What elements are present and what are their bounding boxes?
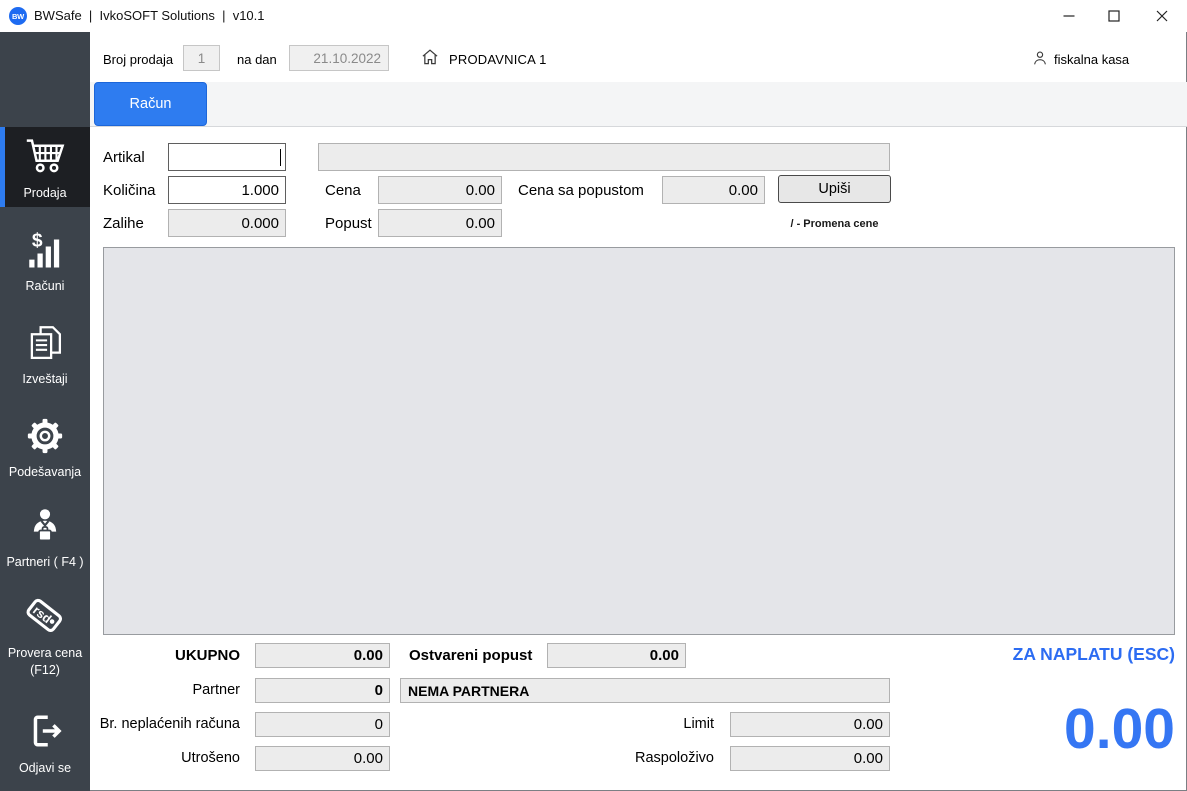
cena-sa-popustom-label: Cena sa popustom: [518, 182, 644, 199]
user-icon: [1031, 49, 1049, 67]
sidebar-item-label: Podešavanja: [9, 464, 81, 480]
sidebar-item-provera-cena[interactable]: rsd Provera cena (F12): [0, 588, 90, 684]
reports-icon: [24, 322, 66, 364]
cena-label: Cena: [325, 182, 361, 199]
close-icon: [1156, 10, 1168, 22]
sidebar-item-label: Računi: [26, 278, 65, 294]
popust-display: 0.00: [378, 209, 502, 237]
artikal-name-display: [318, 143, 890, 171]
partner-display: 0: [255, 678, 390, 703]
window-title: BWSafe | IvkoSOFT Solutions | v10.1: [34, 8, 265, 23]
cart-icon: [22, 132, 68, 178]
maximize-icon: [1108, 10, 1120, 22]
cena-display: 0.00: [378, 176, 502, 204]
utroseno-label: Utrošeno: [20, 746, 240, 771]
kolicina-label: Količina: [103, 182, 156, 199]
maximize-button[interactable]: [1091, 0, 1136, 32]
app-window: BW BWSafe | IvkoSOFT Solutions | v10.1 P…: [0, 0, 1187, 791]
raspolozivo-label: Raspoloživo: [594, 746, 714, 771]
broj-prodaja-label: Broj prodaja: [103, 52, 173, 67]
sidebar-item-izvestaji[interactable]: Izveštaji: [0, 315, 90, 395]
ukupno-label: UKUPNO: [20, 643, 240, 668]
ostvareni-popust-label: Ostvareni popust: [409, 643, 549, 668]
kolicina-input[interactable]: 1.000: [168, 176, 286, 204]
svg-text:$: $: [32, 231, 43, 252]
promena-cene-hint: / - Promena cene: [770, 218, 899, 230]
sidebar-item-prodaja[interactable]: Prodaja: [0, 127, 90, 207]
za-naplatu-label[interactable]: ZA NAPLATU (ESC): [900, 644, 1175, 665]
sidebar-item-label: Partneri ( F4 ): [6, 554, 83, 570]
app-logo-icon: BW: [9, 7, 27, 25]
store-name: PRODAVNICA 1: [449, 52, 547, 67]
price-tag-icon: rsd: [23, 594, 67, 638]
sidebar-item-label: Prodaja: [23, 185, 66, 201]
tab-racun[interactable]: Račun: [94, 82, 207, 126]
zalihe-display: 0.000: [168, 209, 286, 237]
tab-bar: Račun: [90, 82, 1187, 127]
limit-label: Limit: [594, 712, 714, 737]
popust-label: Popust: [325, 215, 372, 232]
na-dan-label: na dan: [237, 52, 277, 67]
sales-items-grid[interactable]: [103, 247, 1175, 635]
partner-status-display: NEMA PARTNERA: [400, 678, 890, 703]
close-button[interactable]: [1136, 0, 1187, 32]
zalihe-label: Zalihe: [103, 215, 144, 232]
home-icon: [420, 47, 440, 67]
sidebar-item-label: Izveštaji: [22, 371, 67, 387]
artikal-input[interactable]: [168, 143, 286, 171]
broj-prodaja-input[interactable]: 1: [183, 45, 220, 71]
sidebar-item-podesavanja[interactable]: Podešavanja: [0, 408, 90, 488]
za-naplatu-amount: 0.00: [855, 696, 1175, 762]
ostvareni-popust-display: 0.00: [547, 643, 686, 668]
br-neplacenih-label: Br. neplaćenih računa: [20, 712, 240, 737]
gear-icon: [24, 415, 66, 457]
minimize-button[interactable]: [1046, 0, 1091, 32]
ukupno-display: 0.00: [255, 643, 390, 668]
cena-sa-popustom-display: 0.00: [662, 176, 765, 204]
artikal-label: Artikal: [103, 149, 145, 166]
date-input[interactable]: 21.10.2022: [289, 45, 389, 71]
partner-label: Partner: [20, 678, 240, 703]
partner-icon: [24, 505, 66, 547]
text-caret: [280, 149, 281, 166]
upisi-button[interactable]: Upiši: [778, 175, 891, 203]
titlebar: BW BWSafe | IvkoSOFT Solutions | v10.1: [0, 0, 1187, 32]
dollar-bars-icon: $: [24, 229, 66, 271]
utroseno-display: 0.00: [255, 746, 390, 771]
br-neplacenih-display: 0: [255, 712, 390, 737]
sidebar-item-racuni[interactable]: $ Računi: [0, 222, 90, 302]
user-label: fiskalna kasa: [1054, 52, 1129, 67]
minimize-icon: [1063, 10, 1075, 22]
sidebar-item-partneri[interactable]: Partneri ( F4 ): [0, 498, 90, 578]
